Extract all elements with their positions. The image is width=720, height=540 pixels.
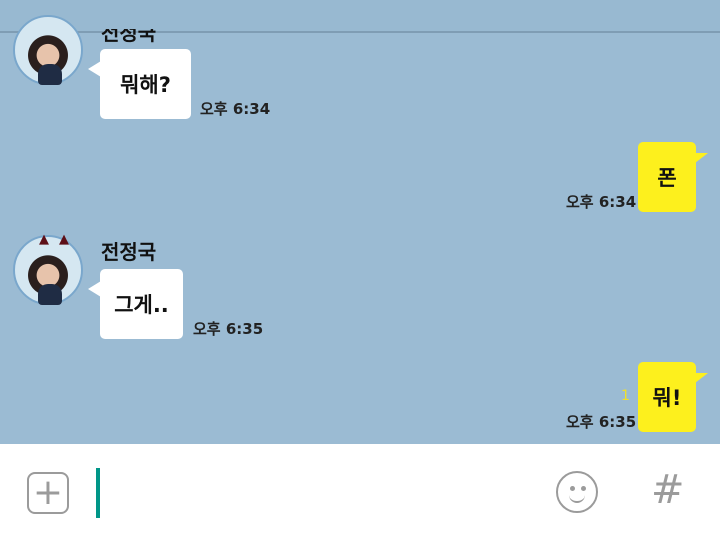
sender-name: 전정국 [101, 21, 157, 45]
incoming-message-bubble[interactable]: 뭐해? [88, 49, 191, 119]
hash-icon[interactable]: # [651, 467, 685, 513]
message-input[interactable] [96, 468, 530, 518]
message-text: 뭐해? [120, 73, 171, 97]
chat-screen: 전정국 뭐해? 오후 6:34 오후 6:34 폰 ▲▲ 전정국 그게.. 오후… [0, 0, 720, 540]
sender-name: 전정국 [101, 240, 157, 264]
message-text: 그게.. [114, 293, 169, 317]
sender-avatar[interactable] [13, 15, 83, 85]
devil-horns-icon: ▲▲ [39, 232, 79, 247]
message-text: 뭐! [652, 386, 682, 410]
outgoing-message-bubble[interactable]: 폰 [638, 142, 708, 212]
message-time: 오후 6:34 [566, 193, 637, 211]
message-time: 오후 6:34 [200, 100, 271, 118]
unread-count: 1 [621, 388, 630, 404]
message-text: 폰 [657, 166, 677, 190]
emoji-mouth [569, 491, 585, 503]
message-time: 오후 6:35 [193, 320, 264, 338]
outgoing-message-bubble[interactable]: 뭐! [638, 362, 708, 432]
message-list[interactable]: 전정국 뭐해? 오후 6:34 오후 6:34 폰 ▲▲ 전정국 그게.. 오후… [0, 0, 720, 444]
emoji-icon[interactable] [556, 471, 598, 513]
incoming-message-bubble[interactable]: 그게.. [88, 269, 183, 339]
sender-avatar[interactable]: ▲▲ [13, 232, 83, 305]
plus-icon[interactable]: + [27, 472, 69, 514]
message-time: 오후 6:35 [566, 413, 637, 431]
message-composer: + # [0, 444, 720, 540]
